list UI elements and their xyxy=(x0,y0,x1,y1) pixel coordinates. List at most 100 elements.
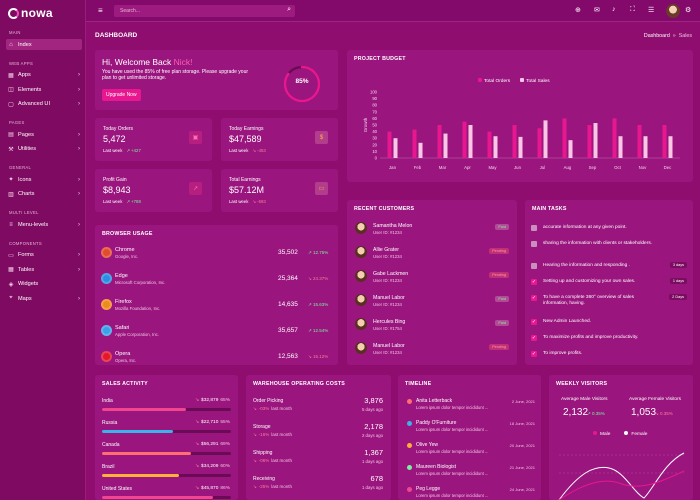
sales-bar xyxy=(643,136,648,158)
checkbox-unchecked[interactable] xyxy=(531,263,537,269)
warehouse-period: last month xyxy=(271,484,293,489)
app-logo[interactable]: nowa xyxy=(8,6,53,20)
browser-value: 12,563 xyxy=(278,353,298,360)
browser-row[interactable]: Chrome Google, Inc. 35,502 ↗ 12.75% xyxy=(95,243,338,267)
browser-row[interactable]: Opera Opera, Inc. 12,563 ↘ 15.12% xyxy=(95,347,338,371)
sidebar-item-charts[interactable]: ▥ Charts › xyxy=(6,189,82,200)
sidebar-item-advanced-ui[interactable]: ▢ Advanced UI › xyxy=(6,99,82,110)
browser-change-value: 24.37% xyxy=(313,276,329,281)
browser-name: Firefox xyxy=(115,299,132,305)
sales-percent: 69% xyxy=(220,442,230,447)
warehouse-time-ago: 1 days ago xyxy=(361,485,383,490)
sidebar-section-title: GENERAL xyxy=(9,165,32,170)
sales-country: United States xyxy=(102,486,133,492)
timeline-item[interactable]: Peg Legge Lorem ipsum dolor tempor incidi… xyxy=(398,485,541,500)
timeline-name: Maureen Biologist xyxy=(416,464,457,470)
sidebar-item-elements[interactable]: ◫ Elements › xyxy=(6,84,82,95)
customer-row[interactable]: Manuel Labor User ID: #1234 Paid xyxy=(347,292,517,314)
sales-progress-fill xyxy=(102,496,213,499)
grid-icon: ▦ xyxy=(8,72,14,79)
timeline-item[interactable]: Olive Yew Lorem ipsum dolor tempor incidi… xyxy=(398,441,541,461)
timeline-item[interactable]: Maureen Biologist Lorem ipsum dolor tempo… xyxy=(398,463,541,483)
warehouse-change: -03% xyxy=(258,406,270,411)
warehouse-item-name: Order Picking xyxy=(253,398,284,404)
sidebar-item-pages[interactable]: ▤ Pages › xyxy=(6,129,82,140)
browser-value: 35,502 xyxy=(278,249,298,256)
y-tick-label: 20 xyxy=(372,142,377,147)
warehouse-change: -06% xyxy=(258,458,270,463)
notification-bell-icon[interactable]: ♪ xyxy=(612,6,616,13)
settings-gear-icon[interactable]: ⚙ xyxy=(685,6,691,14)
timeline-name: Peg Legge xyxy=(416,486,441,492)
browser-row[interactable]: Safari Apple Corporation, Inc. 35,657 ↗ 12.… xyxy=(95,321,338,345)
browser-row[interactable]: Edge Microsoft Corporation, Inc. 25,364 ↘ 2… xyxy=(95,269,338,293)
menu-icon: ≡ xyxy=(9,221,13,228)
browser-change-value: 15.63% xyxy=(313,302,329,307)
orders-bar xyxy=(612,118,617,158)
x-tick-label: Dec xyxy=(664,165,672,170)
timeline-item[interactable]: Paddy O'Furniture Lorem ipsum dolor tempo… xyxy=(398,419,541,439)
checkbox-checked[interactable]: ✓ xyxy=(531,319,537,325)
checkbox-checked[interactable]: ✓ xyxy=(531,335,537,341)
orders-bar xyxy=(637,125,642,158)
table-icon: ▦ xyxy=(8,267,14,273)
sidebar-item-forms[interactable]: ▭ Forms › xyxy=(6,250,82,261)
y-tick-label: 40 xyxy=(372,129,377,134)
checkbox-unchecked[interactable] xyxy=(531,241,537,247)
customer-name: Hercules Bing xyxy=(373,319,406,325)
browser-row[interactable]: Firefox Mozilla Foundation, Inc. 14,635 ↗ 1… xyxy=(95,295,338,319)
customer-row[interactable]: Manuel Labor User ID: #1234 Pending xyxy=(347,340,517,362)
search-input[interactable]: Search... ⌕ xyxy=(114,5,295,17)
sidebar-item-icons[interactable]: ✦ Icons › xyxy=(6,174,82,185)
timeline-card: TIMELINE Anita Letterback Lorem ipsum dol… xyxy=(398,375,541,500)
customer-row[interactable]: Allie Grater User ID: #1234 Pending xyxy=(347,244,517,266)
sales-value: $34,209 xyxy=(201,464,219,469)
checkbox-checked[interactable]: ✓ xyxy=(531,295,537,301)
user-avatar[interactable] xyxy=(666,4,680,18)
timeline-item[interactable]: Anita Letterback Lorem ipsum dolor tempor… xyxy=(398,397,541,417)
sidebar-right-icon[interactable]: ☰ xyxy=(648,6,654,14)
warehouse-change-row: ↘ -25% last month xyxy=(253,484,292,490)
orders-bar xyxy=(412,129,417,158)
sidebar-item-widgets[interactable]: ◈ Widgets xyxy=(6,279,82,290)
timeline-dot-icon xyxy=(407,443,412,448)
language-icon[interactable]: ⊕ xyxy=(575,6,581,14)
warehouse-change-row: ↘ -03% last month xyxy=(253,406,292,412)
y-tick-label: 50 xyxy=(372,123,377,128)
timeline-text: Lorem ipsum dolor tempor incididunt ... xyxy=(416,493,489,498)
menu-toggle-icon[interactable]: ≡ xyxy=(98,6,103,15)
chevron-right-icon: › xyxy=(78,266,80,273)
upgrade-now-button[interactable]: Upgrade Now xyxy=(102,89,141,101)
mail-icon[interactable]: ✉ xyxy=(594,6,600,14)
sidebar-item-index[interactable]: ⌂ Index xyxy=(6,39,82,50)
browser-change: ↗ 12.54% xyxy=(308,328,328,334)
sidebar-item-label: Advanced UI xyxy=(18,101,51,107)
logo-mark-icon xyxy=(8,7,19,19)
sidebar-item-tables[interactable]: ▦ Tables › xyxy=(6,264,82,275)
sidebar-item-label: Forms xyxy=(18,252,34,258)
main-tasks-title: MAIN TASKS xyxy=(532,206,567,212)
stat-period: Last week xyxy=(103,199,123,204)
checkbox-unchecked[interactable] xyxy=(531,225,537,231)
sidebar-item-maps[interactable]: ⌖ Maps › xyxy=(6,293,82,304)
opera-browser-icon xyxy=(101,351,112,362)
sidebar-item-menu-levels[interactable]: ≡ Menu-levels › xyxy=(6,219,82,230)
fullscreen-icon[interactable]: ⛶ xyxy=(630,6,635,14)
customer-row[interactable]: Hercules Bing User ID: #1754 Paid xyxy=(347,316,517,338)
checkbox-checked[interactable]: ✓ xyxy=(531,351,537,357)
customer-row[interactable]: Samantha Melon User ID: #1234 Paid xyxy=(347,220,517,242)
task-due-badge: 3 days xyxy=(669,262,687,268)
sales-activity-title: SALES ACTIVITY xyxy=(102,381,148,387)
task-due-badge: 1 days xyxy=(669,278,687,284)
sidebar-item-utilities[interactable]: ⚒ Utilities › xyxy=(6,144,82,155)
breadcrumb-home[interactable]: Dashboard xyxy=(644,33,670,39)
customer-row[interactable]: Gabe Lackmen User ID: #1234 Pending xyxy=(347,268,517,290)
sales-bar xyxy=(668,136,673,158)
browser-usage-card: BROWSER USAGE Chrome Google, Inc. 35,502 ↗ … xyxy=(95,225,338,365)
chevron-right-icon: › xyxy=(78,86,80,93)
earnings-icon: $ xyxy=(315,131,328,144)
x-tick-label: Nov xyxy=(639,165,647,170)
search-icon[interactable]: ⌕ xyxy=(287,6,291,14)
sidebar-item-apps[interactable]: ▦ Apps › xyxy=(6,70,82,81)
checkbox-checked[interactable]: ✓ xyxy=(531,279,537,285)
